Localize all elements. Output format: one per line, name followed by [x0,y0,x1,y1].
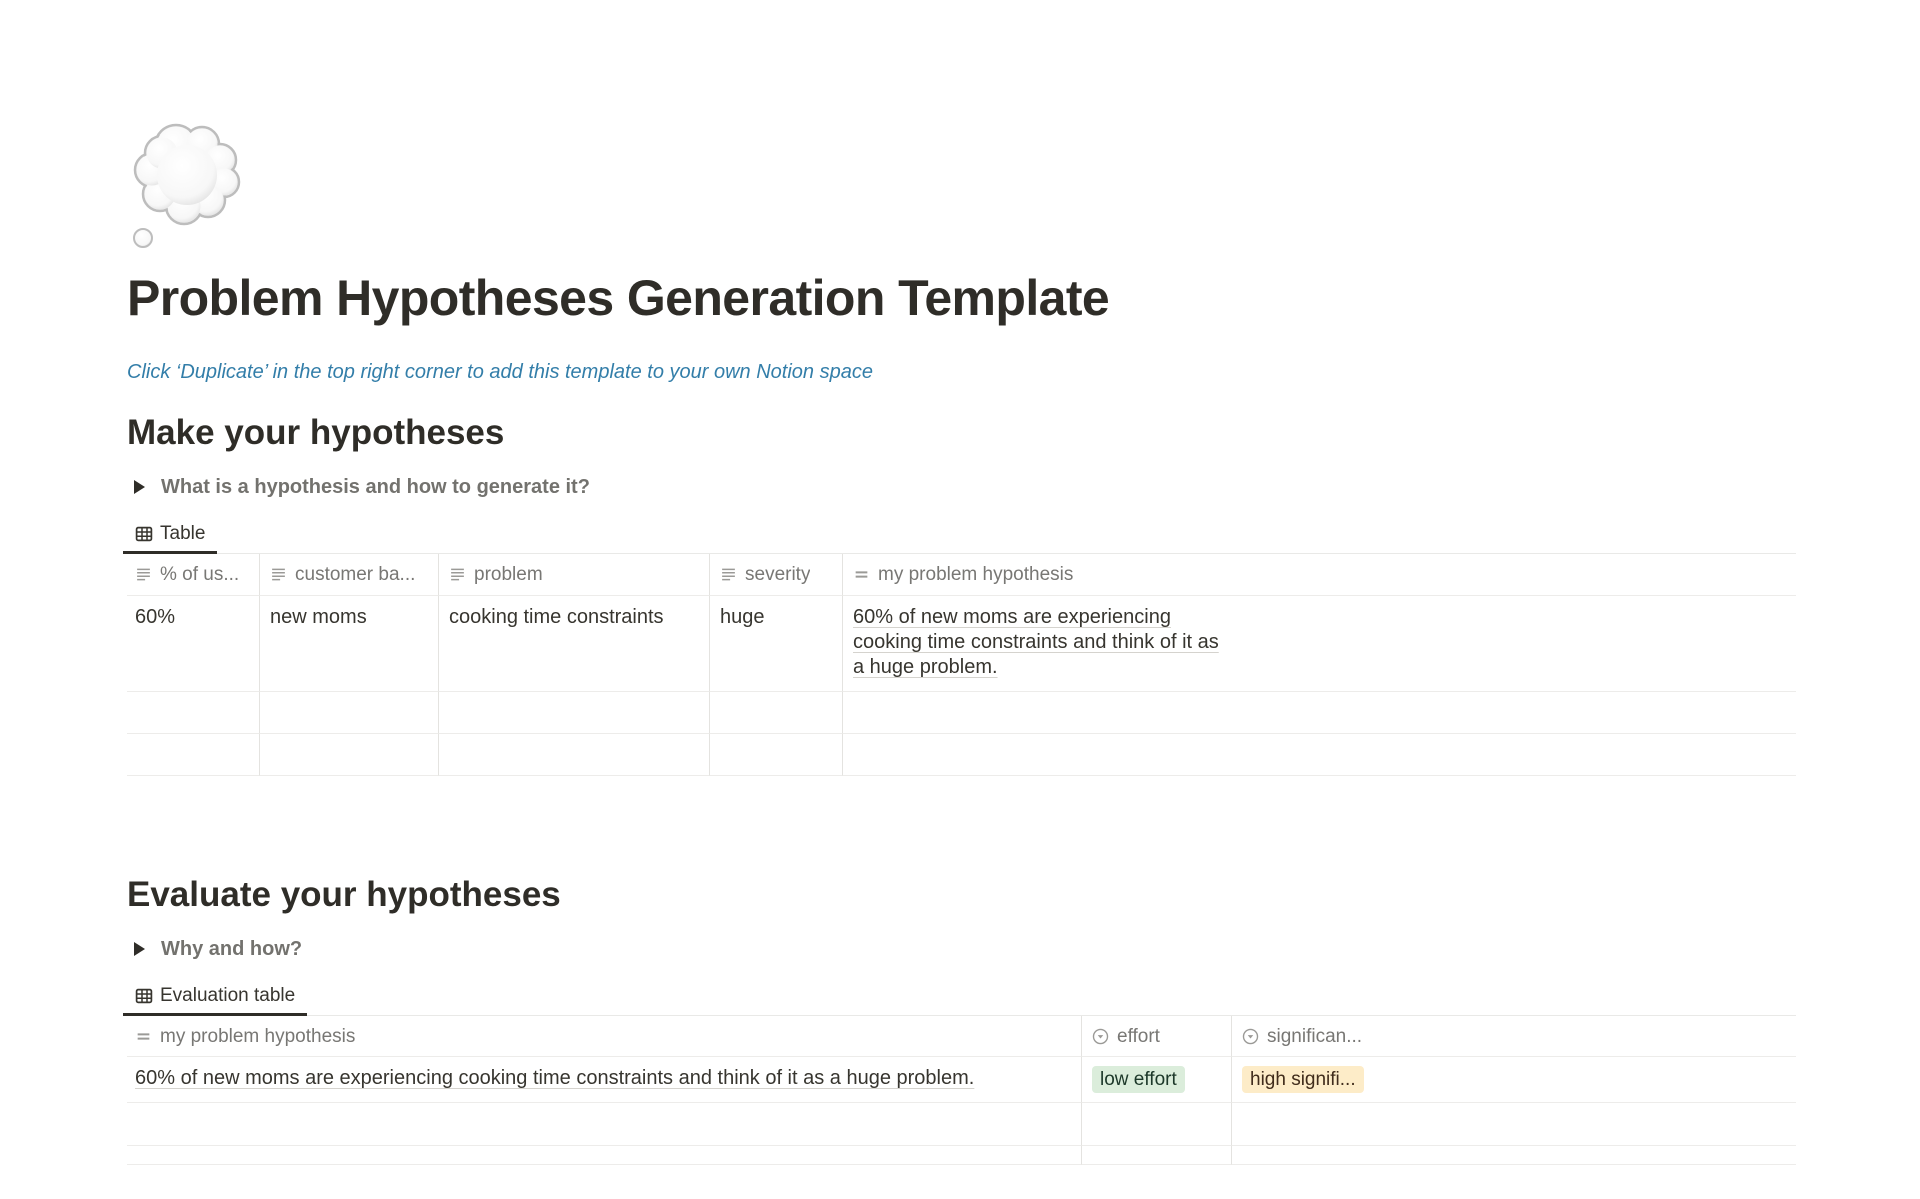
page-icon[interactable] [132,120,246,252]
select-chevron-icon [1242,1028,1259,1045]
empty-cell[interactable] [843,734,1796,776]
view-tabbar-table: Table [123,517,1796,554]
column-header-effort[interactable]: effort [1082,1016,1232,1057]
cell-problem[interactable]: cooking time constraints [439,596,710,692]
cell-hypothesis[interactable]: 60% of new moms are experiencing cooking… [127,1057,1082,1103]
view-tabbar-evaluation: Evaluation table [123,979,1796,1016]
effort-badge[interactable]: low effort [1092,1066,1185,1093]
column-header-problem[interactable]: problem [439,554,710,596]
empty-cell[interactable] [127,692,260,734]
evaluation-table: my problem hypothesis effort significan.… [127,1016,1796,1165]
empty-cell[interactable] [1082,1146,1232,1165]
thought-balloon-emoji [132,120,246,252]
cell-effort[interactable]: low effort [1082,1057,1232,1103]
column-header-severity[interactable]: severity [710,554,843,596]
empty-cell[interactable] [710,734,843,776]
empty-cell[interactable] [1232,1103,1796,1146]
empty-cell[interactable] [843,692,1796,734]
formula-equals-icon [135,1028,152,1045]
notion-page: Problem Hypotheses Generation Template C… [127,120,1796,1165]
empty-cell[interactable] [439,692,710,734]
tab-label: Table [160,523,205,545]
formula-equals-icon [853,566,870,583]
toggle-arrow-icon[interactable] [134,480,145,494]
text-lines-icon [135,566,152,583]
empty-cell[interactable] [260,734,439,776]
empty-cell[interactable] [710,692,843,734]
significance-badge[interactable]: high signifi... [1242,1066,1364,1093]
cell-hypothesis[interactable]: 60% of new moms are experiencing cooking… [843,596,1796,692]
select-chevron-icon [1092,1028,1109,1045]
heading-evaluate-hypotheses[interactable]: Evaluate your hypotheses [127,872,1796,918]
toggle-what-is-hypothesis[interactable]: What is a hypothesis and how to generate… [127,472,1796,502]
text-lines-icon [270,566,287,583]
tab-table-view[interactable]: Table [123,517,217,554]
page-title[interactable]: Problem Hypotheses Generation Template [127,270,1796,326]
empty-cell[interactable] [127,734,260,776]
toggle-label[interactable]: What is a hypothesis and how to generate… [161,476,590,499]
table-grid-icon [135,525,153,543]
column-header-my-problem-hypothesis[interactable]: my problem hypothesis [843,554,1796,596]
empty-cell[interactable] [260,692,439,734]
cell-pct-of-users[interactable]: 60% [127,596,260,692]
toggle-why-and-how[interactable]: Why and how? [127,934,1796,964]
empty-cell[interactable] [127,1146,1082,1165]
tab-label: Evaluation table [160,985,295,1007]
empty-cell[interactable] [1082,1103,1232,1146]
toggle-label[interactable]: Why and how? [161,938,302,961]
empty-cell[interactable] [127,1103,1082,1146]
text-lines-icon [449,566,466,583]
table-grid-icon [135,987,153,1005]
cell-significance[interactable]: high signifi... [1232,1057,1796,1103]
empty-cell[interactable] [1232,1146,1796,1165]
empty-cell[interactable] [439,734,710,776]
column-header-significance[interactable]: significan... [1232,1016,1796,1057]
cell-severity[interactable]: huge [710,596,843,692]
toggle-arrow-icon[interactable] [134,942,145,956]
column-header-pct-of-users[interactable]: % of us... [127,554,260,596]
text-lines-icon [720,566,737,583]
column-header-my-problem-hypothesis[interactable]: my problem hypothesis [127,1016,1082,1057]
heading-make-hypotheses[interactable]: Make your hypotheses [127,410,1796,456]
cell-customer-base[interactable]: new moms [260,596,439,692]
hypotheses-table: % of us... customer ba... problem severi… [127,554,1796,776]
tab-evaluation-table-view[interactable]: Evaluation table [123,979,307,1016]
page-subtitle[interactable]: Click ‘Duplicate’ in the top right corne… [127,358,1796,386]
column-header-customer-base[interactable]: customer ba... [260,554,439,596]
